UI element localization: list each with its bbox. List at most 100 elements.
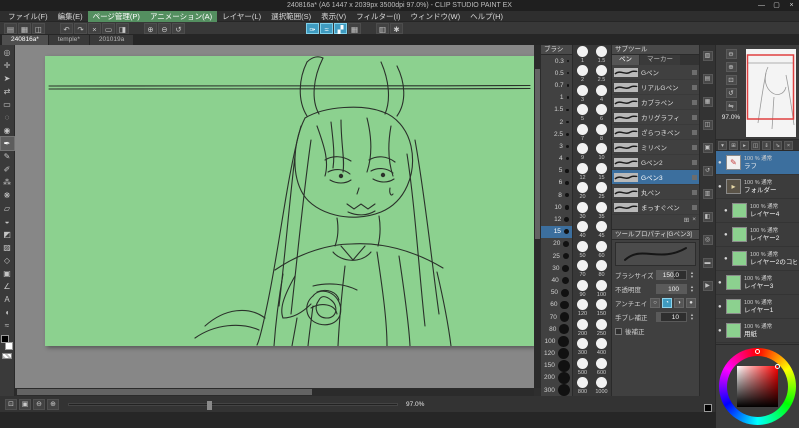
brush-size-item[interactable]: 9 — [573, 143, 592, 163]
layer-thumbnail[interactable]: ✎▸ — [726, 323, 741, 338]
layer-row[interactable]: ● ✎▸ 100 % 通常 レイヤー2 — [716, 223, 799, 247]
brush-size-item[interactable]: 120 — [541, 347, 572, 360]
stabilization-icon[interactable]: ≈ — [320, 22, 333, 34]
brush-size-slider[interactable]: 150.0 — [656, 270, 687, 280]
subtool-item[interactable]: 丸ペン — [612, 185, 699, 200]
save-icon[interactable]: ◫ — [32, 22, 45, 34]
auto-action-icon[interactable]: ▶ — [702, 281, 713, 291]
brush-size-item[interactable]: 30 — [573, 201, 592, 221]
subtool-item[interactable]: ざらつきペン — [612, 125, 699, 140]
material-palette-icon[interactable]: ▥ — [376, 22, 389, 34]
new-file-icon[interactable]: ▤ — [4, 22, 17, 34]
subtool-tab[interactable]: ペン — [612, 55, 639, 65]
brush-size-item[interactable]: 200 — [541, 371, 572, 384]
search-layer-icon[interactable]: ◎ — [702, 235, 713, 245]
minimize-button[interactable]: — — [754, 0, 769, 11]
pen-pressure-icon[interactable]: ✑ — [306, 22, 319, 34]
undo-icon[interactable]: ↶ — [60, 22, 73, 34]
line-correction-tool-icon[interactable]: ≈ — [1, 319, 14, 332]
nav-flip-icon[interactable]: ⇋ — [725, 101, 737, 111]
fit-window-icon[interactable]: ⊡ — [5, 398, 17, 410]
brush-size-item[interactable]: 20 — [541, 238, 572, 250]
aa-strong-button[interactable]: ● — [686, 298, 696, 308]
subtool-item[interactable]: カリグラフィ — [612, 110, 699, 125]
v-scroll-thumb[interactable] — [535, 69, 540, 239]
canvas-horizontal-scrollbar[interactable] — [15, 388, 534, 396]
brush-size-item[interactable]: 5 — [541, 165, 572, 177]
figure-tool-icon[interactable]: ◇ — [1, 254, 14, 267]
merge-down-icon[interactable]: ⇓ — [762, 140, 771, 150]
layer-row[interactable]: ● ✎▸ 100 % 通常 レイヤー4 — [716, 199, 799, 223]
menu-item[interactable]: アニメーション(A) — [144, 10, 218, 22]
canvas-vertical-scrollbar[interactable] — [534, 45, 541, 388]
navigator-icon[interactable]: ▦ — [702, 97, 713, 107]
brush-size-item[interactable]: 100 — [592, 279, 611, 299]
delete-subtool-icon[interactable]: × — [692, 216, 696, 224]
brush-size-item[interactable]: 12 — [573, 162, 592, 182]
post-correction-checkbox[interactable] — [615, 327, 622, 335]
brush-size-item[interactable]: 80 — [541, 323, 572, 335]
layer-palette-icon[interactable]: ▥ — [702, 189, 713, 199]
brush-size-item[interactable]: 1 — [573, 45, 592, 65]
fill-tool-icon[interactable]: ◩ — [1, 228, 14, 241]
layer-visibility-toggle[interactable]: ● — [724, 256, 732, 262]
brush-size-item[interactable]: 1.5 — [592, 45, 611, 65]
brush-size-item[interactable]: 35 — [592, 201, 611, 221]
layer-row[interactable]: ● ✎▸ 100 % 通常 レイヤー3 — [716, 271, 799, 295]
h-scroll-thumb[interactable] — [17, 389, 312, 395]
saturation-value-square[interactable] — [737, 366, 778, 407]
brush-size-item[interactable]: 1.5 — [541, 104, 572, 116]
navigator-preview[interactable] — [746, 49, 796, 137]
subtool-item[interactable]: Gペン2 — [612, 155, 699, 170]
layer-row[interactable]: ● ✎▸ 100 % 通常 レイヤー1 — [716, 295, 799, 319]
brush-size-item[interactable]: 15 — [592, 162, 611, 182]
nav-rotate-icon[interactable]: ↺ — [725, 88, 737, 98]
layer-row[interactable]: ● ✎▸ 100 % 通常 用紙 — [716, 319, 799, 343]
canvas-page[interactable] — [45, 56, 534, 346]
brush-size-item[interactable]: 8 — [541, 189, 572, 201]
menu-item[interactable]: ウィンドウ(W) — [406, 11, 466, 22]
brush-size-item[interactable]: 400 — [592, 338, 611, 358]
zoom-tool-icon[interactable]: ◎ — [1, 46, 14, 59]
pencil-tool-icon[interactable]: ✎ — [1, 150, 14, 163]
brush-size-item[interactable]: 1 — [541, 92, 572, 104]
redo-icon[interactable]: ↷ — [74, 22, 87, 34]
brush-size-item[interactable]: 0.3 — [541, 55, 572, 67]
brush-size-item[interactable]: 250 — [592, 318, 611, 338]
brush-size-item[interactable]: 300 — [541, 384, 572, 396]
sub-view-icon[interactable]: ◫ — [702, 120, 713, 130]
layer-thumbnail[interactable]: ✎▸ — [726, 179, 741, 194]
layer-visibility-toggle[interactable]: ● — [718, 328, 726, 334]
menu-item[interactable]: ヘルプ(H) — [465, 11, 508, 22]
transfer-icon[interactable]: ⇘ — [773, 140, 782, 150]
layer-visibility-toggle[interactable]: ● — [724, 232, 732, 238]
subtool-item[interactable]: ミリペン — [612, 140, 699, 155]
menu-item[interactable]: 編集(E) — [53, 11, 88, 22]
close-button[interactable]: × — [784, 0, 799, 11]
brush-size-item[interactable]: 2.5 — [541, 128, 572, 140]
blend-tool-icon[interactable]: ◒ — [1, 215, 14, 228]
brush-tool-icon[interactable]: ✐ — [1, 163, 14, 176]
layer-row[interactable]: ● ✎▸ 100 % 通常 レイヤー2のコピー — [716, 247, 799, 271]
stabilization-stepper[interactable]: ▲ ▼ — [690, 313, 696, 321]
foreground-color-chip[interactable] — [1, 335, 9, 343]
subtool-item[interactable]: カブラペン — [612, 95, 699, 110]
brush-size-item[interactable]: 30 — [541, 262, 572, 274]
brush-size-item[interactable]: 60 — [592, 240, 611, 260]
rotate-view-icon[interactable]: ↺ — [172, 22, 185, 34]
material-icon[interactable]: ▤ — [702, 74, 713, 84]
background-color-chip[interactable] — [5, 342, 13, 350]
nav-zoom-in-icon[interactable]: ⊕ — [725, 62, 737, 72]
subtool-tab[interactable]: マーカー — [640, 55, 680, 65]
zoom-slider[interactable] — [68, 400, 398, 410]
aa-middle-button[interactable]: ◑ — [674, 298, 684, 308]
information-icon[interactable]: ▣ — [702, 143, 713, 153]
snap-grid-icon[interactable]: ▦ — [348, 22, 361, 34]
menu-item[interactable]: レイヤー(L) — [217, 11, 266, 22]
menu-item[interactable]: ページ管理(P) — [87, 10, 145, 22]
brush-size-item[interactable]: 25 — [541, 250, 572, 262]
zoom-out-icon[interactable]: ⊖ — [158, 22, 171, 34]
history-icon[interactable]: ↺ — [702, 166, 713, 176]
brush-size-item[interactable]: 40 — [573, 221, 592, 241]
brush-size-item[interactable]: 15 — [541, 225, 572, 238]
